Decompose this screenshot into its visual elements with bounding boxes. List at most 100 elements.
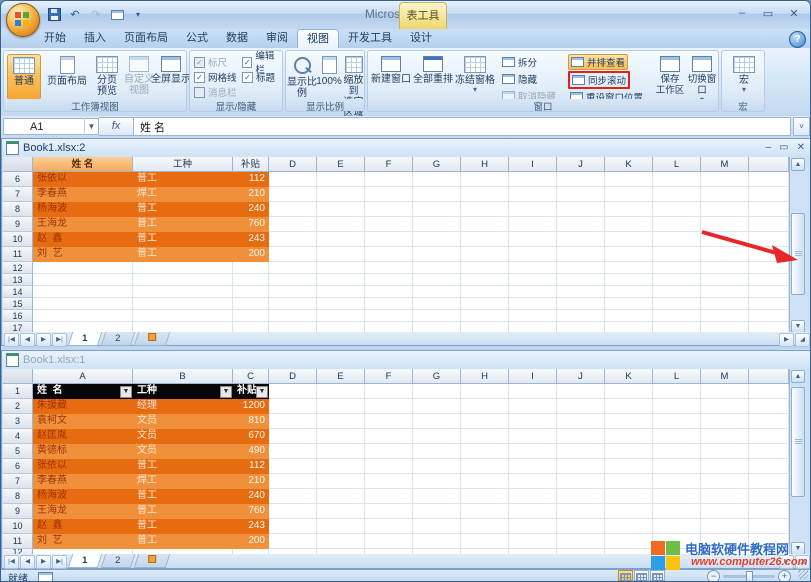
table-cell[interactable]: 杨海波 [33, 202, 133, 217]
empty-cell[interactable] [605, 534, 653, 549]
table-cell[interactable]: 王海龙 [33, 504, 133, 519]
empty-cell[interactable] [233, 298, 269, 310]
empty-cell[interactable] [749, 384, 789, 399]
empty-cell[interactable] [269, 459, 317, 474]
empty-cell[interactable] [749, 187, 789, 202]
insert-sheet-tab[interactable] [134, 332, 171, 346]
empty-cell[interactable] [557, 519, 605, 534]
empty-cell[interactable] [701, 298, 749, 310]
empty-cell[interactable] [317, 519, 365, 534]
window-resize-grip[interactable]: ◢ [795, 333, 810, 347]
table-cell[interactable]: 赵 鑫 [33, 232, 133, 247]
empty-cell[interactable] [605, 459, 653, 474]
table-cell[interactable]: 朱援藏 [33, 399, 133, 414]
empty-cell[interactable] [557, 414, 605, 429]
row-header[interactable]: 1 [3, 384, 33, 399]
tab-home[interactable]: 开始 [35, 29, 75, 48]
row-header[interactable]: 2 [3, 399, 33, 414]
sheet-tab-1[interactable]: 1 [68, 332, 103, 346]
column-header[interactable]: J [557, 157, 605, 172]
table-cell[interactable]: 112 [233, 459, 269, 474]
empty-cell[interactable] [509, 187, 557, 202]
row-header[interactable]: 4 [3, 429, 33, 444]
column-header[interactable]: I [509, 157, 557, 172]
empty-cell[interactable] [461, 534, 509, 549]
table-cell[interactable]: 200 [233, 247, 269, 262]
empty-cell[interactable] [749, 399, 789, 414]
empty-cell[interactable] [701, 519, 749, 534]
empty-cell[interactable] [365, 232, 413, 247]
empty-cell[interactable] [133, 262, 233, 274]
hscroll-right-button[interactable]: ▶ [779, 333, 794, 347]
table-cell[interactable]: 670 [233, 429, 269, 444]
minimize-button[interactable]: – [766, 142, 772, 153]
table-cell[interactable]: 文员 [133, 429, 233, 444]
empty-cell[interactable] [509, 489, 557, 504]
page-layout-view-button[interactable]: 页面布局 [42, 54, 92, 87]
empty-cell[interactable] [269, 384, 317, 399]
empty-cell[interactable] [413, 262, 461, 274]
column-header[interactable]: A [33, 369, 133, 384]
help-button[interactable]: ? [789, 31, 806, 48]
column-header[interactable]: E [317, 369, 365, 384]
empty-cell[interactable] [509, 172, 557, 187]
column-header[interactable]: D [269, 157, 317, 172]
table-cell[interactable]: 普工 [133, 504, 233, 519]
empty-cell[interactable] [269, 310, 317, 322]
empty-cell[interactable] [269, 274, 317, 286]
empty-cell[interactable] [605, 519, 653, 534]
empty-cell[interactable] [653, 474, 701, 489]
column-header[interactable]: M [701, 369, 749, 384]
empty-cell[interactable] [509, 262, 557, 274]
empty-cell[interactable] [605, 187, 653, 202]
row-header[interactable]: 14 [3, 286, 33, 298]
empty-cell[interactable] [749, 444, 789, 459]
empty-cell[interactable] [365, 310, 413, 322]
gridlines-checkbox[interactable]: ✓网格线 [194, 70, 237, 84]
empty-cell[interactable] [605, 262, 653, 274]
next-sheet-button[interactable]: ▶ [36, 333, 51, 347]
empty-cell[interactable] [605, 429, 653, 444]
empty-cell[interactable] [701, 444, 749, 459]
column-header[interactable]: 工种 [133, 157, 233, 172]
empty-cell[interactable] [269, 232, 317, 247]
empty-cell[interactable] [269, 534, 317, 549]
table-cell[interactable]: 文员 [133, 444, 233, 459]
empty-cell[interactable] [461, 247, 509, 262]
empty-cell[interactable] [509, 217, 557, 232]
empty-cell[interactable] [317, 172, 365, 187]
table-cell[interactable]: 普工 [133, 172, 233, 187]
empty-cell[interactable] [461, 310, 509, 322]
zoom-button[interactable]: 显示比例 [287, 54, 317, 99]
empty-cell[interactable] [413, 444, 461, 459]
column-header[interactable]: F [365, 157, 413, 172]
first-sheet-button[interactable]: |◀ [4, 555, 19, 569]
empty-cell[interactable] [365, 247, 413, 262]
row-header[interactable]: 15 [3, 298, 33, 310]
save-workspace-button[interactable]: 保存工作区 [654, 54, 686, 96]
empty-cell[interactable] [653, 444, 701, 459]
empty-cell[interactable] [509, 459, 557, 474]
column-header[interactable]: K [605, 369, 653, 384]
table-cell[interactable]: 243 [233, 232, 269, 247]
empty-cell[interactable] [317, 414, 365, 429]
empty-cell[interactable] [133, 286, 233, 298]
column-header[interactable]: L [653, 369, 701, 384]
empty-cell[interactable] [233, 274, 269, 286]
empty-cell[interactable] [413, 274, 461, 286]
empty-cell[interactable] [557, 187, 605, 202]
empty-cell[interactable] [605, 489, 653, 504]
tab-formulas[interactable]: 公式 [177, 29, 217, 48]
empty-cell[interactable] [317, 489, 365, 504]
empty-cell[interactable] [269, 474, 317, 489]
row-header[interactable]: 10 [3, 232, 33, 247]
empty-cell[interactable] [653, 519, 701, 534]
table-cell[interactable]: 袁柯文 [33, 414, 133, 429]
column-header[interactable]: K [605, 157, 653, 172]
table-cell[interactable]: 张依以 [33, 172, 133, 187]
empty-cell[interactable] [413, 232, 461, 247]
empty-cell[interactable] [133, 298, 233, 310]
empty-cell[interactable] [749, 202, 789, 217]
empty-cell[interactable] [269, 298, 317, 310]
macros-button[interactable]: 宏▾ [729, 54, 759, 93]
